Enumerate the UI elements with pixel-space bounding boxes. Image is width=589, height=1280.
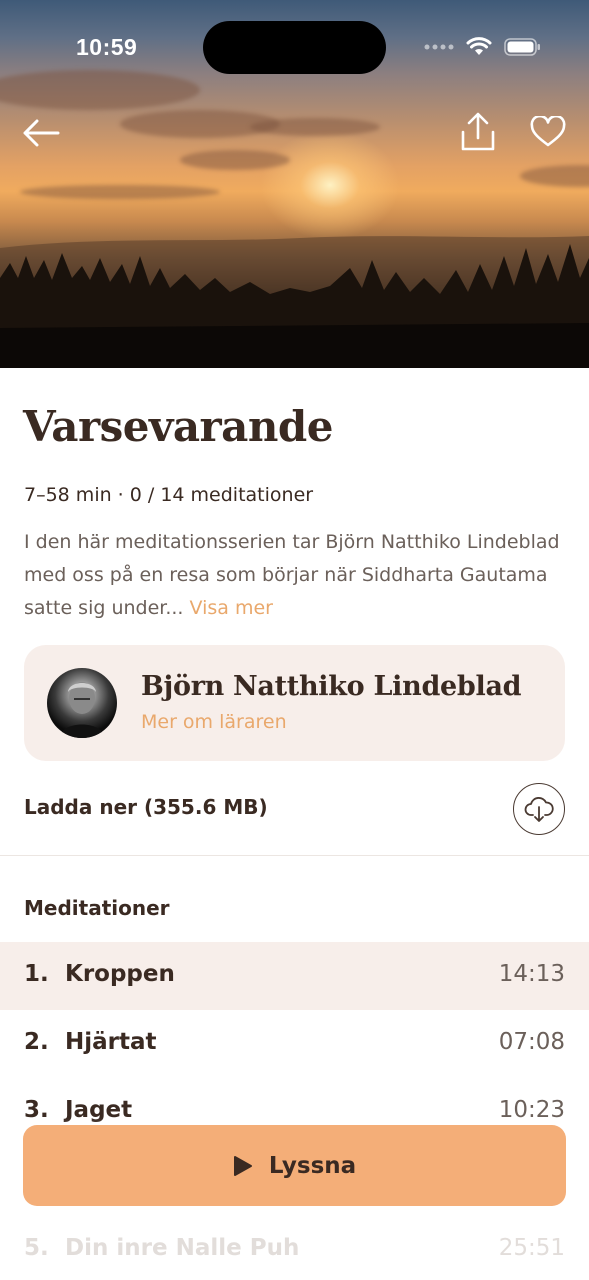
share-button[interactable] bbox=[458, 110, 498, 154]
meditation-series-page: 10:59 Varsevarande 7–58 min · 0 / 14 med… bbox=[0, 0, 589, 1280]
forest-silhouette bbox=[0, 236, 589, 368]
track-number: 5. bbox=[24, 1235, 49, 1261]
cloud bbox=[20, 185, 220, 199]
heart-icon bbox=[530, 116, 566, 147]
track-duration: 07:08 bbox=[498, 1029, 565, 1055]
avatar bbox=[47, 668, 117, 738]
divider bbox=[0, 855, 589, 856]
status-bar: 10:59 bbox=[0, 0, 589, 96]
battery-icon bbox=[504, 38, 540, 56]
dynamic-island bbox=[203, 21, 386, 74]
cloud-download-icon bbox=[524, 797, 554, 822]
description-text: I den här meditationsserien tar Björn Na… bbox=[24, 531, 560, 619]
track-title: Din inre Nalle Puh bbox=[65, 1235, 300, 1261]
teacher-name: Björn Natthiko Lindeblad bbox=[141, 671, 522, 702]
play-icon bbox=[233, 1155, 252, 1176]
cloud bbox=[180, 150, 290, 170]
arrow-left-icon bbox=[23, 119, 60, 147]
status-time: 10:59 bbox=[76, 34, 138, 60]
series-meta: 7–58 min · 0 / 14 meditationer bbox=[24, 484, 314, 506]
show-more-link[interactable]: Visa mer bbox=[190, 597, 273, 619]
section-title: Meditationer bbox=[24, 896, 170, 920]
track-number: 1. bbox=[24, 961, 49, 987]
share-icon bbox=[461, 112, 495, 151]
wifi-icon bbox=[466, 37, 492, 55]
track-row[interactable]: 2. Hjärtat 07:08 bbox=[0, 1010, 589, 1078]
listen-button-label: Lyssna bbox=[268, 1152, 357, 1179]
status-icons bbox=[424, 36, 542, 58]
series-description: I den här meditationsserien tar Björn Na… bbox=[24, 526, 569, 625]
signal-icon bbox=[424, 44, 454, 50]
track-row[interactable]: 1. Kroppen 14:13 bbox=[0, 942, 589, 1010]
track-duration: 25:51 bbox=[498, 1235, 565, 1261]
page-title: Varsevarande bbox=[23, 402, 334, 451]
track-title: Kroppen bbox=[65, 961, 175, 987]
favorite-button[interactable] bbox=[528, 112, 568, 152]
teacher-portrait bbox=[59, 682, 105, 738]
cloud bbox=[520, 165, 589, 187]
teacher-card[interactable]: Björn Natthiko Lindeblad Mer om läraren bbox=[24, 645, 565, 761]
download-button[interactable] bbox=[513, 783, 565, 835]
teacher-more-link[interactable]: Mer om läraren bbox=[141, 711, 287, 733]
download-label: Ladda ner (355.6 MB) bbox=[24, 795, 268, 819]
track-number: 2. bbox=[24, 1029, 49, 1055]
listen-button[interactable]: Lyssna bbox=[23, 1125, 566, 1206]
track-title: Hjärtat bbox=[65, 1029, 157, 1055]
back-button[interactable] bbox=[20, 112, 62, 154]
track-duration: 14:13 bbox=[498, 961, 565, 987]
cloud bbox=[250, 118, 380, 136]
